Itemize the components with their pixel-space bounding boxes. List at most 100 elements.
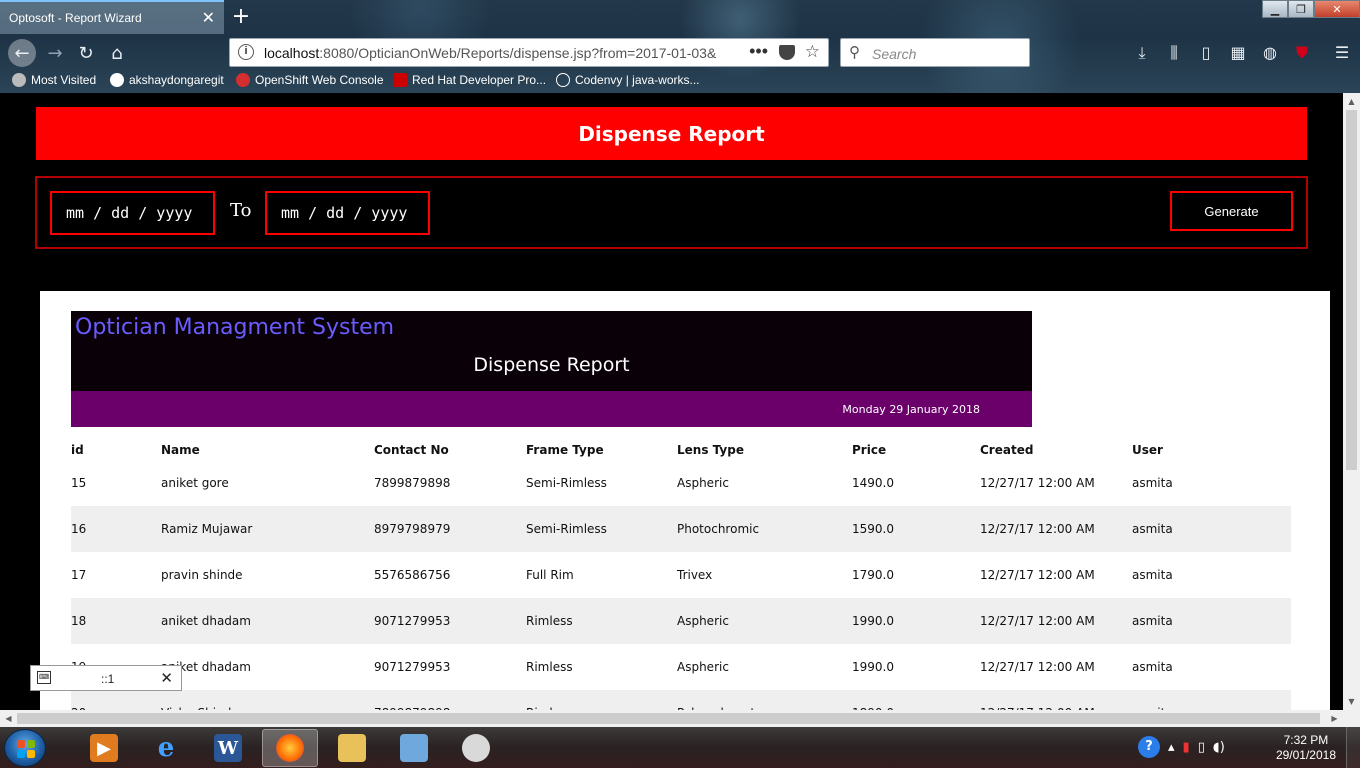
- report-title: Dispense Report: [473, 354, 630, 376]
- new-tab-button[interactable]: +: [230, 4, 252, 29]
- horizontal-scroll-thumb[interactable]: [17, 713, 1320, 724]
- table-cell: aniket gore: [161, 476, 229, 490]
- extension-icon[interactable]: ◍: [1260, 43, 1280, 63]
- column-header: id: [71, 443, 84, 457]
- library-icon[interactable]: ⫼: [1164, 43, 1184, 63]
- grid-extension-icon[interactable]: ▦: [1228, 43, 1248, 63]
- table-cell: Ramiz Mujawar: [161, 522, 253, 536]
- scroll-right-arrow[interactable]: ▶: [1326, 710, 1343, 727]
- table-cell: Trivex: [677, 568, 713, 582]
- reload-icon[interactable]: ↻: [73, 40, 99, 66]
- back-arrow-icon[interactable]: ←: [8, 39, 36, 67]
- table-cell: asmita: [1132, 476, 1173, 490]
- taskbar: ▶ e W ? ▴ ▮ ▯ ◖) 7:32 PM 29/01/2018: [0, 727, 1360, 768]
- bookmark-codenvy[interactable]: Codenvy | java-works...: [556, 73, 700, 87]
- table-row: 19aniket dhadam9071279953RimlessAspheric…: [71, 644, 1291, 690]
- home-icon[interactable]: ⌂: [104, 40, 130, 66]
- menu-icon[interactable]: ☰: [1332, 43, 1352, 63]
- table-cell: asmita: [1132, 660, 1173, 674]
- taskbar-firefox[interactable]: [262, 729, 318, 767]
- help-icon[interactable]: ?: [1138, 736, 1160, 758]
- vertical-scroll-thumb[interactable]: [1346, 110, 1357, 470]
- minimize-button[interactable]: ▁: [1262, 0, 1288, 18]
- table-cell: 16: [71, 522, 87, 536]
- forward-arrow-icon[interactable]: →: [42, 40, 68, 66]
- page-actions-icon[interactable]: •••: [749, 41, 768, 62]
- start-button[interactable]: [4, 729, 46, 767]
- table-cell: 9071279953: [374, 660, 451, 674]
- from-date-input[interactable]: mm / dd / yyyy: [50, 191, 215, 235]
- table-cell: Rimless: [526, 614, 573, 628]
- table-cell: 1490.0: [852, 476, 894, 490]
- taskbar-paint[interactable]: [448, 729, 504, 767]
- taskbar-media-player[interactable]: ▶: [76, 729, 132, 767]
- windows-logo-icon: [17, 740, 35, 758]
- taskbar-file-explorer[interactable]: [324, 729, 380, 767]
- column-header: User: [1132, 443, 1163, 457]
- browser-chrome: Optosoft - Report Wizard ✕ + ▁ ❐ ✕ ← → ↻…: [0, 0, 1360, 93]
- table-cell: asmita: [1132, 522, 1173, 536]
- table-cell: 1590.0: [852, 522, 894, 536]
- taskbar-internet-explorer[interactable]: e: [138, 729, 194, 767]
- vertical-scrollbar[interactable]: ▲ ▼: [1343, 93, 1360, 710]
- to-date-input[interactable]: mm / dd / yyyy: [265, 191, 430, 235]
- system-clock[interactable]: 7:32 PM 29/01/2018: [1276, 733, 1336, 763]
- volume-icon[interactable]: ◖): [1213, 740, 1225, 755]
- navigation-bar: ← → ↻ ⌂ i localhost:8080/OpticianOnWeb/R…: [0, 36, 1360, 70]
- table-cell: 18: [71, 614, 87, 628]
- downloads-icon[interactable]: ⤓: [1132, 43, 1152, 63]
- scroll-down-arrow[interactable]: ▼: [1343, 693, 1360, 710]
- close-tab-icon[interactable]: ✕: [202, 8, 215, 28]
- redhat-icon: [393, 73, 407, 87]
- url-text[interactable]: localhost:8080/OpticianOnWeb/Reports/dis…: [264, 45, 744, 61]
- dispense-table: id Name Contact No Frame Type Lens Type …: [71, 428, 1291, 710]
- browser-tab[interactable]: Optosoft - Report Wizard ✕: [0, 0, 224, 34]
- show-desktop-button[interactable]: [1346, 727, 1360, 768]
- bookmark-openshift[interactable]: OpenShift Web Console: [236, 73, 384, 87]
- table-cell: 12/27/17 12:00 AM: [980, 476, 1095, 490]
- table-cell: Rimless: [526, 660, 573, 674]
- scroll-left-arrow[interactable]: ◀: [0, 710, 17, 727]
- ublock-icon[interactable]: ⛊: [1292, 43, 1312, 63]
- internet-explorer-icon: e: [157, 733, 175, 763]
- battery-icon[interactable]: ▯: [1198, 740, 1205, 755]
- show-hidden-icons-icon[interactable]: ▴: [1168, 740, 1175, 755]
- cube-icon: [400, 734, 428, 762]
- page-content: Dispense Report mm / dd / yyyy To mm / d…: [0, 93, 1343, 710]
- date-filter-panel: mm / dd / yyyy To mm / dd / yyyy Generat…: [35, 176, 1308, 249]
- pocket-icon[interactable]: [779, 45, 795, 60]
- search-placeholder: Search: [872, 46, 917, 62]
- window-close-button[interactable]: ✕: [1314, 0, 1360, 18]
- table-cell: 12/27/17 12:00 AM: [980, 660, 1095, 674]
- taskbar-word[interactable]: W: [200, 729, 256, 767]
- sidebar-icon[interactable]: ▯: [1196, 43, 1216, 63]
- generate-button[interactable]: Generate: [1170, 191, 1293, 231]
- openshift-icon: [236, 73, 250, 87]
- info-icon[interactable]: i: [238, 44, 254, 60]
- media-player-icon: ▶: [90, 734, 118, 762]
- bookmark-star-icon[interactable]: ☆: [805, 42, 820, 62]
- word-icon: W: [214, 734, 242, 762]
- horizontal-scrollbar[interactable]: ◀ ▶: [0, 710, 1343, 727]
- table-cell: 5576586756: [374, 568, 451, 582]
- window-controls: ▁ ❐ ✕: [1262, 0, 1360, 20]
- column-header: Lens Type: [677, 443, 744, 457]
- url-bar[interactable]: i localhost:8080/OpticianOnWeb/Reports/d…: [229, 38, 829, 67]
- bookmark-github[interactable]: akshaydongaregit: [110, 73, 224, 87]
- bookmark-most-visited[interactable]: Most Visited: [12, 73, 96, 87]
- search-bar[interactable]: ⚲ Search: [840, 38, 1030, 67]
- clock-time: 7:32 PM: [1283, 733, 1329, 747]
- table-body: 15 aniket gore 7899879898 Semi-Rimless Asphe…: [71, 460, 1291, 710]
- close-icon[interactable]: ✕: [160, 669, 173, 687]
- taskbar-virtualbox[interactable]: [386, 729, 442, 767]
- network-icon[interactable]: ▮: [1183, 740, 1190, 755]
- table-cell: asmita: [1132, 568, 1173, 582]
- table-cell: 17: [71, 568, 87, 582]
- gear-icon: [12, 73, 26, 87]
- paint-palette-icon: [462, 734, 490, 762]
- table-header: id Name Contact No Frame Type Lens Type …: [71, 428, 1291, 460]
- scroll-up-arrow[interactable]: ▲: [1343, 93, 1360, 110]
- bookmark-redhat[interactable]: Red Hat Developer Pro...: [393, 73, 546, 87]
- maximize-button[interactable]: ❐: [1288, 0, 1314, 18]
- column-header: Frame Type: [526, 443, 604, 457]
